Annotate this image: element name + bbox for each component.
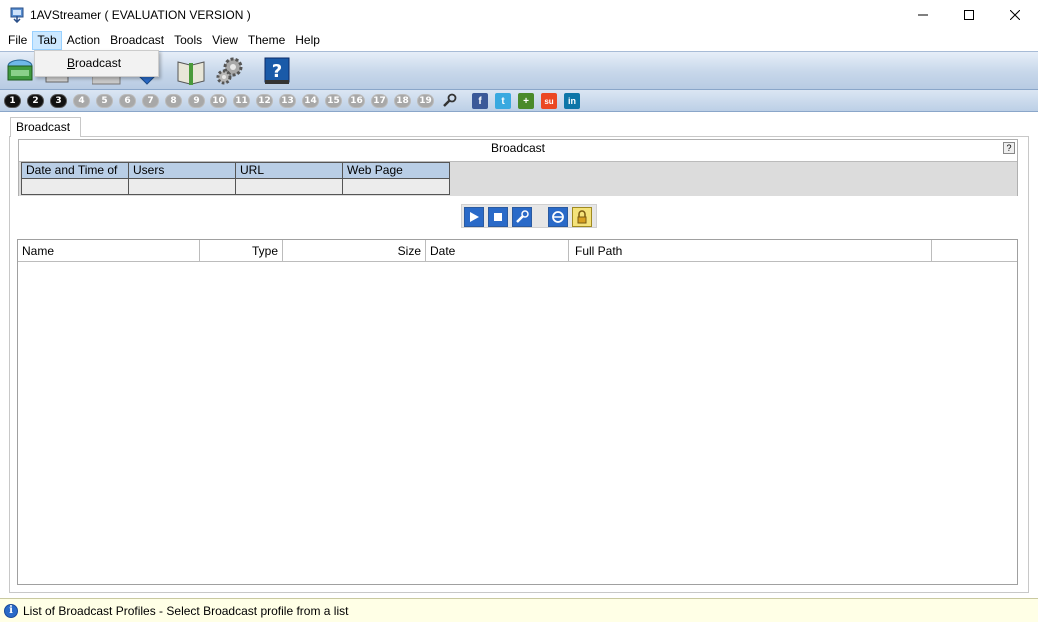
grid-cell[interactable] (128, 178, 236, 195)
menu-file[interactable]: File (3, 31, 32, 50)
linkedin-icon[interactable]: in (564, 93, 580, 109)
tab-number-3[interactable]: 3 (50, 94, 67, 108)
menu-item-broadcast[interactable]: Broadcast (67, 56, 121, 70)
broadcast-grid: Date and Time of Users URL Web Page (19, 161, 1017, 196)
tab-number-5[interactable]: 5 (96, 94, 113, 108)
window-title: 1AVStreamer ( EVALUATION VERSION ) (30, 8, 251, 22)
menu-view[interactable]: View (207, 31, 243, 50)
minimize-icon (918, 14, 928, 16)
settings-wrench-icon[interactable] (512, 207, 532, 227)
book-icon[interactable] (176, 56, 206, 86)
tab-number-11[interactable]: 11 (233, 94, 250, 108)
menu-theme[interactable]: Theme (243, 31, 290, 50)
grid-cell[interactable] (21, 178, 129, 195)
file-list-header: Name Type Size Date Full Path (18, 240, 1017, 262)
grid-column-header[interactable]: Web Page (342, 162, 450, 179)
menu-tools[interactable]: Tools (169, 31, 207, 50)
tab-number-7[interactable]: 7 (142, 94, 159, 108)
menu-tab[interactable]: Tab (32, 31, 62, 50)
menu-action[interactable]: Action (62, 31, 105, 50)
minimize-button[interactable] (900, 0, 946, 30)
status-text: List of Broadcast Profiles - Select Broa… (23, 603, 349, 618)
tray-icon[interactable] (5, 56, 35, 86)
tab-number-12[interactable]: 12 (256, 94, 273, 108)
grid-column-header[interactable]: Users (128, 162, 236, 179)
menu-help[interactable]: Help (290, 31, 325, 50)
stumbleupon-icon[interactable]: su (541, 93, 557, 109)
broadcast-panel-title: Broadcast (490, 141, 546, 155)
googleplus-icon[interactable]: + (518, 93, 534, 109)
tab-number-6[interactable]: 6 (119, 94, 136, 108)
svg-text:?: ? (272, 61, 282, 82)
broadcast-controls (461, 204, 597, 228)
grid-column-header[interactable]: URL (235, 162, 343, 179)
tab-number-10[interactable]: 10 (210, 94, 227, 108)
tab-number-bar: 1 2 3 4 5 6 7 8 9 10 11 12 13 14 15 16 1… (0, 90, 1038, 112)
grid-cell[interactable] (342, 178, 450, 195)
tab-number-9[interactable]: 9 (188, 94, 205, 108)
help-button[interactable]: ? (1003, 142, 1015, 154)
tab-number-16[interactable]: 16 (348, 94, 365, 108)
tab-number-4[interactable]: 4 (73, 94, 90, 108)
maximize-button[interactable] (946, 0, 992, 30)
column-header-full-path[interactable]: Full Path (569, 240, 932, 261)
tab-number-15[interactable]: 15 (325, 94, 342, 108)
column-header-name[interactable]: Name (18, 240, 200, 261)
tab-number-14[interactable]: 14 (302, 94, 319, 108)
tab-number-17[interactable]: 17 (371, 94, 388, 108)
tab-number-19[interactable]: 19 (417, 94, 434, 108)
column-header-type[interactable]: Type (200, 240, 283, 261)
tab-number-1[interactable]: 1 (4, 94, 21, 108)
lock-icon[interactable] (572, 207, 592, 227)
tab-number-13[interactable]: 13 (279, 94, 296, 108)
wrench-icon[interactable] (441, 93, 457, 112)
menu-bar: File Tab Action Broadcast Tools View The… (0, 30, 1038, 51)
status-bar: i List of Broadcast Profiles - Select Br… (0, 598, 1038, 622)
tab-menu-dropdown: Broadcast (34, 50, 159, 77)
browser-icon[interactable] (548, 207, 568, 227)
play-icon[interactable] (464, 207, 484, 227)
help-book-icon[interactable]: ? (262, 56, 292, 86)
tab-broadcast[interactable]: Broadcast (10, 117, 81, 137)
grid-column-header[interactable]: Date and Time of (21, 162, 129, 179)
facebook-icon[interactable]: f (472, 93, 488, 109)
tab-number-18[interactable]: 18 (394, 94, 411, 108)
tab-number-8[interactable]: 8 (165, 94, 182, 108)
column-header-date[interactable]: Date (426, 240, 569, 261)
close-button[interactable] (992, 0, 1038, 30)
gears-icon[interactable] (214, 56, 244, 86)
tab-number-2[interactable]: 2 (27, 94, 44, 108)
twitter-icon[interactable]: t (495, 93, 511, 109)
grid-cell[interactable] (235, 178, 343, 195)
monitor-stream-icon (9, 7, 25, 24)
title-bar: 1AVStreamer ( EVALUATION VERSION ) (0, 0, 1038, 30)
stop-icon[interactable] (488, 207, 508, 227)
info-icon: i (4, 603, 18, 618)
close-icon (1010, 10, 1020, 20)
maximize-icon (964, 10, 974, 20)
menu-broadcast[interactable]: Broadcast (105, 31, 169, 50)
file-list[interactable]: Name Type Size Date Full Path (17, 239, 1018, 585)
broadcast-panel: Broadcast ? Date and Time of Users URL W… (18, 139, 1018, 196)
column-header-size[interactable]: Size (283, 240, 426, 261)
